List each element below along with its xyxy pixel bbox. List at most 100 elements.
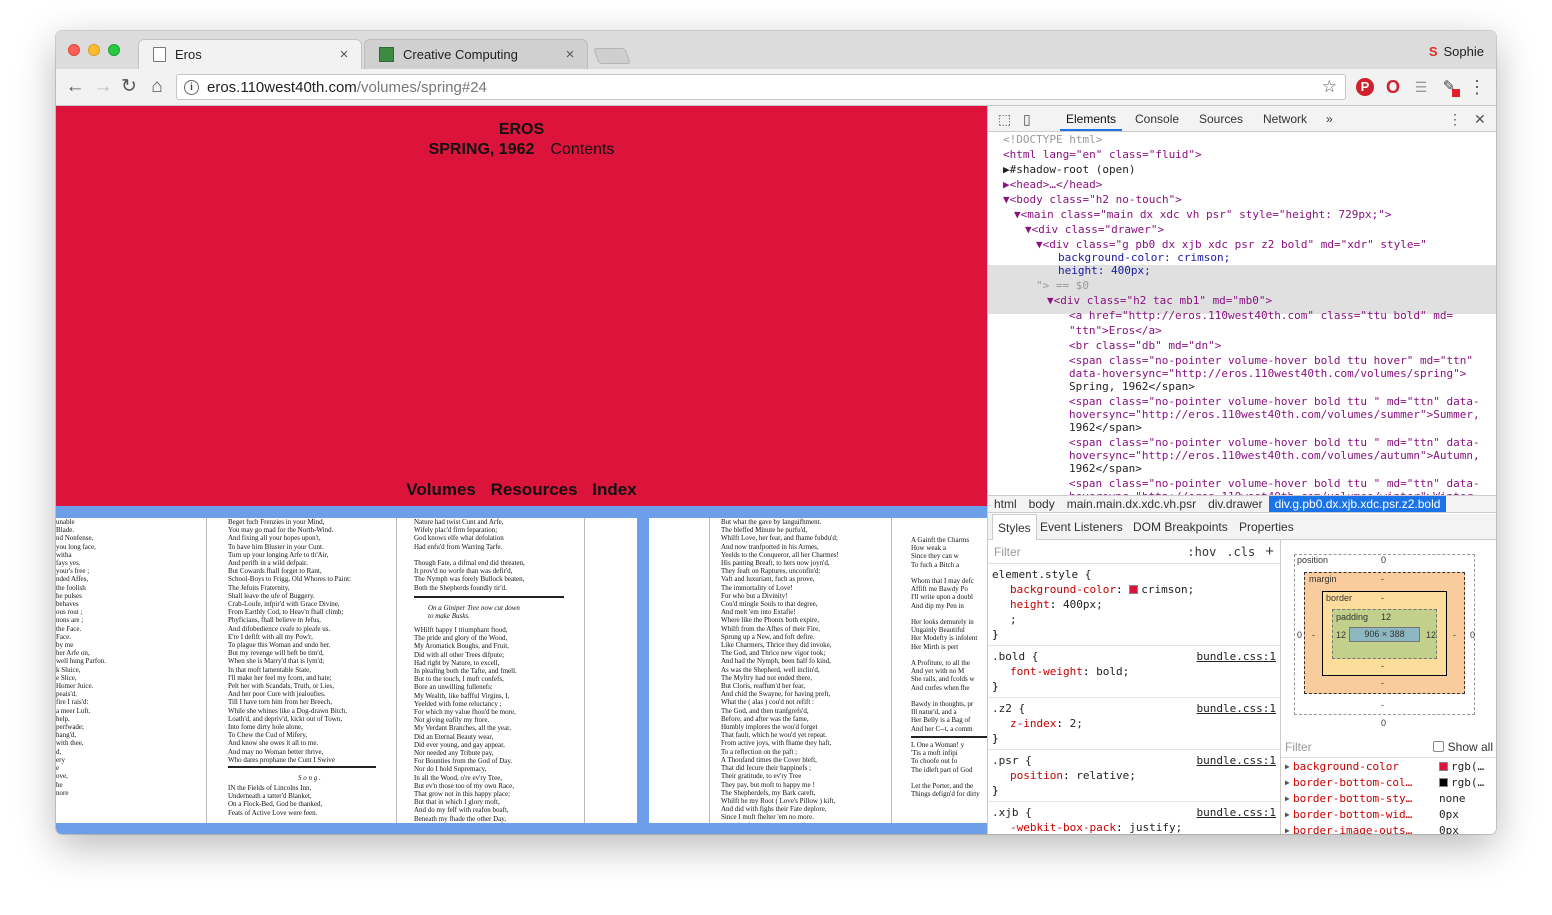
dom-node-line[interactable]: ▼<main class="main dx xdc vh psr" style=… xyxy=(988,207,1496,222)
more-tabs-icon[interactable]: » xyxy=(1326,112,1333,126)
color-picker-extension-icon[interactable]: ✎ xyxy=(1440,78,1460,97)
new-tab-button[interactable] xyxy=(593,48,631,64)
tab-elements[interactable]: Elements xyxy=(1059,112,1123,131)
kebab-menu-icon[interactable]: ⋮ xyxy=(1468,78,1486,96)
css-rule[interactable]: .bold {bundle.css:1 font-weight: bold;} xyxy=(988,646,1280,698)
dom-node-line[interactable]: 1962</span> xyxy=(988,461,1496,476)
address-bar[interactable]: i eros.110west40th.com/volumes/spring#24… xyxy=(176,74,1346,100)
dom-node-line[interactable]: ▶<head>…</head> xyxy=(988,177,1496,192)
dom-node-line[interactable]: ▼<div class="drawer"> xyxy=(988,222,1496,237)
css-property[interactable]: height: 400px; xyxy=(992,597,1276,612)
expand-triangle-icon[interactable]: ▶ xyxy=(1285,826,1293,835)
info-icon[interactable]: i xyxy=(184,79,199,95)
breadcrumb-item-current[interactable]: div.g.pb0.dx.xjb.xdc.psr.z2.bold xyxy=(1268,496,1447,512)
page-scan-right[interactable]: But what the gave by languifhment. The b… xyxy=(649,518,987,823)
dom-node-line[interactable]: <a href="http://eros.110west40th.com" cl… xyxy=(988,308,1496,323)
home-icon[interactable]: ⌂ xyxy=(146,76,168,98)
css-source-link[interactable]: bundle.css:1 xyxy=(1197,649,1276,664)
css-property[interactable]: font-weight: bold; xyxy=(992,664,1276,679)
devtools-close-icon[interactable]: ✕ xyxy=(1474,111,1486,128)
show-all-toggle[interactable]: Show all xyxy=(1432,740,1493,754)
device-toolbar-icon[interactable]: ▯ xyxy=(1023,111,1031,128)
profile-button[interactable]: S Sophie xyxy=(1429,44,1484,59)
computed-property-row[interactable]: ▶ background-color rgb(… xyxy=(1281,758,1496,774)
breadcrumb-item[interactable]: body xyxy=(1023,496,1061,512)
breadcrumb-item[interactable]: html xyxy=(988,496,1023,512)
css-property[interactable]: ; xyxy=(992,612,1276,627)
breadcrumb-item[interactable]: div.drawer xyxy=(1202,496,1268,512)
hover-state-toggle[interactable]: :hov xyxy=(1187,545,1216,559)
class-toggle[interactable]: .cls xyxy=(1226,545,1255,559)
computed-property-row[interactable]: ▶ border-bottom-sty… none xyxy=(1281,790,1496,806)
expand-triangle-icon[interactable]: ▶ xyxy=(1285,778,1293,787)
new-rule-icon[interactable]: + xyxy=(1265,543,1274,560)
expand-triangle-icon[interactable]: ▶ xyxy=(1285,810,1293,819)
tab-styles[interactable]: Styles xyxy=(992,514,1037,540)
tab-dom-breakpoints[interactable]: DOM Breakpoints xyxy=(1133,520,1228,534)
expand-triangle-icon[interactable]: ▶ xyxy=(1285,762,1293,771)
dom-node-line[interactable]: <br class="db" md="dn"> xyxy=(988,338,1496,353)
css-source-link[interactable]: bundle.css:1 xyxy=(1197,701,1276,716)
nav-resources[interactable]: Resources xyxy=(491,480,578,499)
breadcrumb-item[interactable]: main.main.dx.xdc.vh.psr xyxy=(1061,496,1202,512)
dom-node-line[interactable]: <!DOCTYPE html> xyxy=(988,132,1496,147)
devtools-menu-icon[interactable]: ⋮ xyxy=(1448,111,1462,128)
forward-arrow-icon[interactable]: → xyxy=(92,76,114,98)
css-property[interactable]: z-index: 2; xyxy=(992,716,1276,731)
reload-icon[interactable]: ↻ xyxy=(118,76,140,98)
tab-properties[interactable]: Properties xyxy=(1239,520,1294,534)
page-scan-left[interactable]: unable Blade. nd Nonfense, you long face… xyxy=(56,518,637,823)
css-rule[interactable]: .psr {bundle.css:1 position: relative;} xyxy=(988,750,1280,802)
tab-close-icon[interactable]: × xyxy=(337,46,351,63)
css-source-link[interactable]: bundle.css:1 xyxy=(1197,805,1276,820)
show-all-checkbox[interactable] xyxy=(1432,741,1444,752)
css-source-link[interactable]: bundle.css:1 xyxy=(1197,753,1276,768)
bookmark-star-icon[interactable]: ☆ xyxy=(1322,77,1337,97)
css-rule[interactable]: .xjb {bundle.css:1 -webkit-box-pack: just… xyxy=(988,802,1280,834)
computed-property-row[interactable]: ▶ border-image-outs… 0px xyxy=(1281,822,1496,835)
dom-node-line[interactable]: ▼<div class="h2 tac mb1" md="mb0"> xyxy=(988,293,1496,308)
css-property[interactable]: position: relative; xyxy=(992,768,1276,783)
css-property[interactable]: -webkit-box-pack: justify; xyxy=(992,820,1276,834)
tab-close-icon[interactable]: × xyxy=(563,46,577,63)
pinterest-extension-icon[interactable]: P xyxy=(1356,78,1374,96)
minimize-window-button[interactable] xyxy=(88,44,100,56)
back-arrow-icon[interactable]: ← xyxy=(64,76,86,98)
inspect-element-icon[interactable]: ⬚ xyxy=(998,111,1011,128)
color-swatch-icon[interactable] xyxy=(1129,585,1139,594)
styles-filter-input[interactable]: Filter xyxy=(994,545,1021,559)
tab-network[interactable]: Network xyxy=(1263,112,1307,126)
color-swatch-icon[interactable] xyxy=(1439,761,1448,771)
dom-tree[interactable]: <!DOCTYPE html> <html lang="en" class="fl… xyxy=(988,132,1496,496)
tab-console[interactable]: Console xyxy=(1135,112,1179,126)
reader-extension-icon[interactable]: ☰ xyxy=(1412,78,1430,96)
dom-node-line[interactable]: height: 400px; xyxy=(988,263,1496,278)
volume-title[interactable]: SPRING, 1962 xyxy=(429,141,535,158)
css-rule[interactable]: .z2 {bundle.css:1 z-index: 2;} xyxy=(988,698,1280,750)
computed-filter-input[interactable]: Filter xyxy=(1285,740,1312,754)
dom-node-line[interactable]: 1962</span> xyxy=(988,420,1496,435)
dom-node-line[interactable]: <html lang="en" class="fluid"> xyxy=(988,147,1496,162)
dom-node-line[interactable]: Spring, 1962</span> xyxy=(988,379,1496,394)
dom-node-line[interactable]: ▶#shadow-root (open) xyxy=(988,162,1496,177)
computed-property-row[interactable]: ▶ border-bottom-col… rgb(… xyxy=(1281,774,1496,790)
dom-node-line[interactable]: "ttn">Eros</a> xyxy=(988,323,1496,338)
dom-node-line[interactable]: "> == $0 xyxy=(988,278,1496,293)
brand-link[interactable]: EROS xyxy=(56,120,987,140)
css-property[interactable]: background-color: crimson; xyxy=(992,582,1276,597)
tab-sources[interactable]: Sources xyxy=(1199,112,1243,126)
contents-link[interactable]: Contents xyxy=(550,141,614,158)
expand-triangle-icon[interactable]: ▶ xyxy=(1285,794,1293,803)
opera-extension-icon[interactable]: O xyxy=(1384,78,1402,96)
zoom-window-button[interactable] xyxy=(108,44,120,56)
computed-property-row[interactable]: ▶ border-bottom-wid… 0px xyxy=(1281,806,1496,822)
color-swatch-icon[interactable] xyxy=(1439,777,1448,787)
css-rule[interactable]: element.style {background-color: crimson… xyxy=(988,564,1280,646)
tab-eros[interactable]: Eros × xyxy=(138,39,362,69)
dom-node-line[interactable]: ▼<body class="h2 no-touch"> xyxy=(988,192,1496,207)
nav-volumes[interactable]: Volumes xyxy=(406,480,476,499)
tab-creative-computing[interactable]: Creative Computing × xyxy=(364,39,588,69)
close-window-button[interactable] xyxy=(68,44,80,56)
tab-event-listeners[interactable]: Event Listeners xyxy=(1040,520,1123,534)
nav-index[interactable]: Index xyxy=(592,480,636,499)
